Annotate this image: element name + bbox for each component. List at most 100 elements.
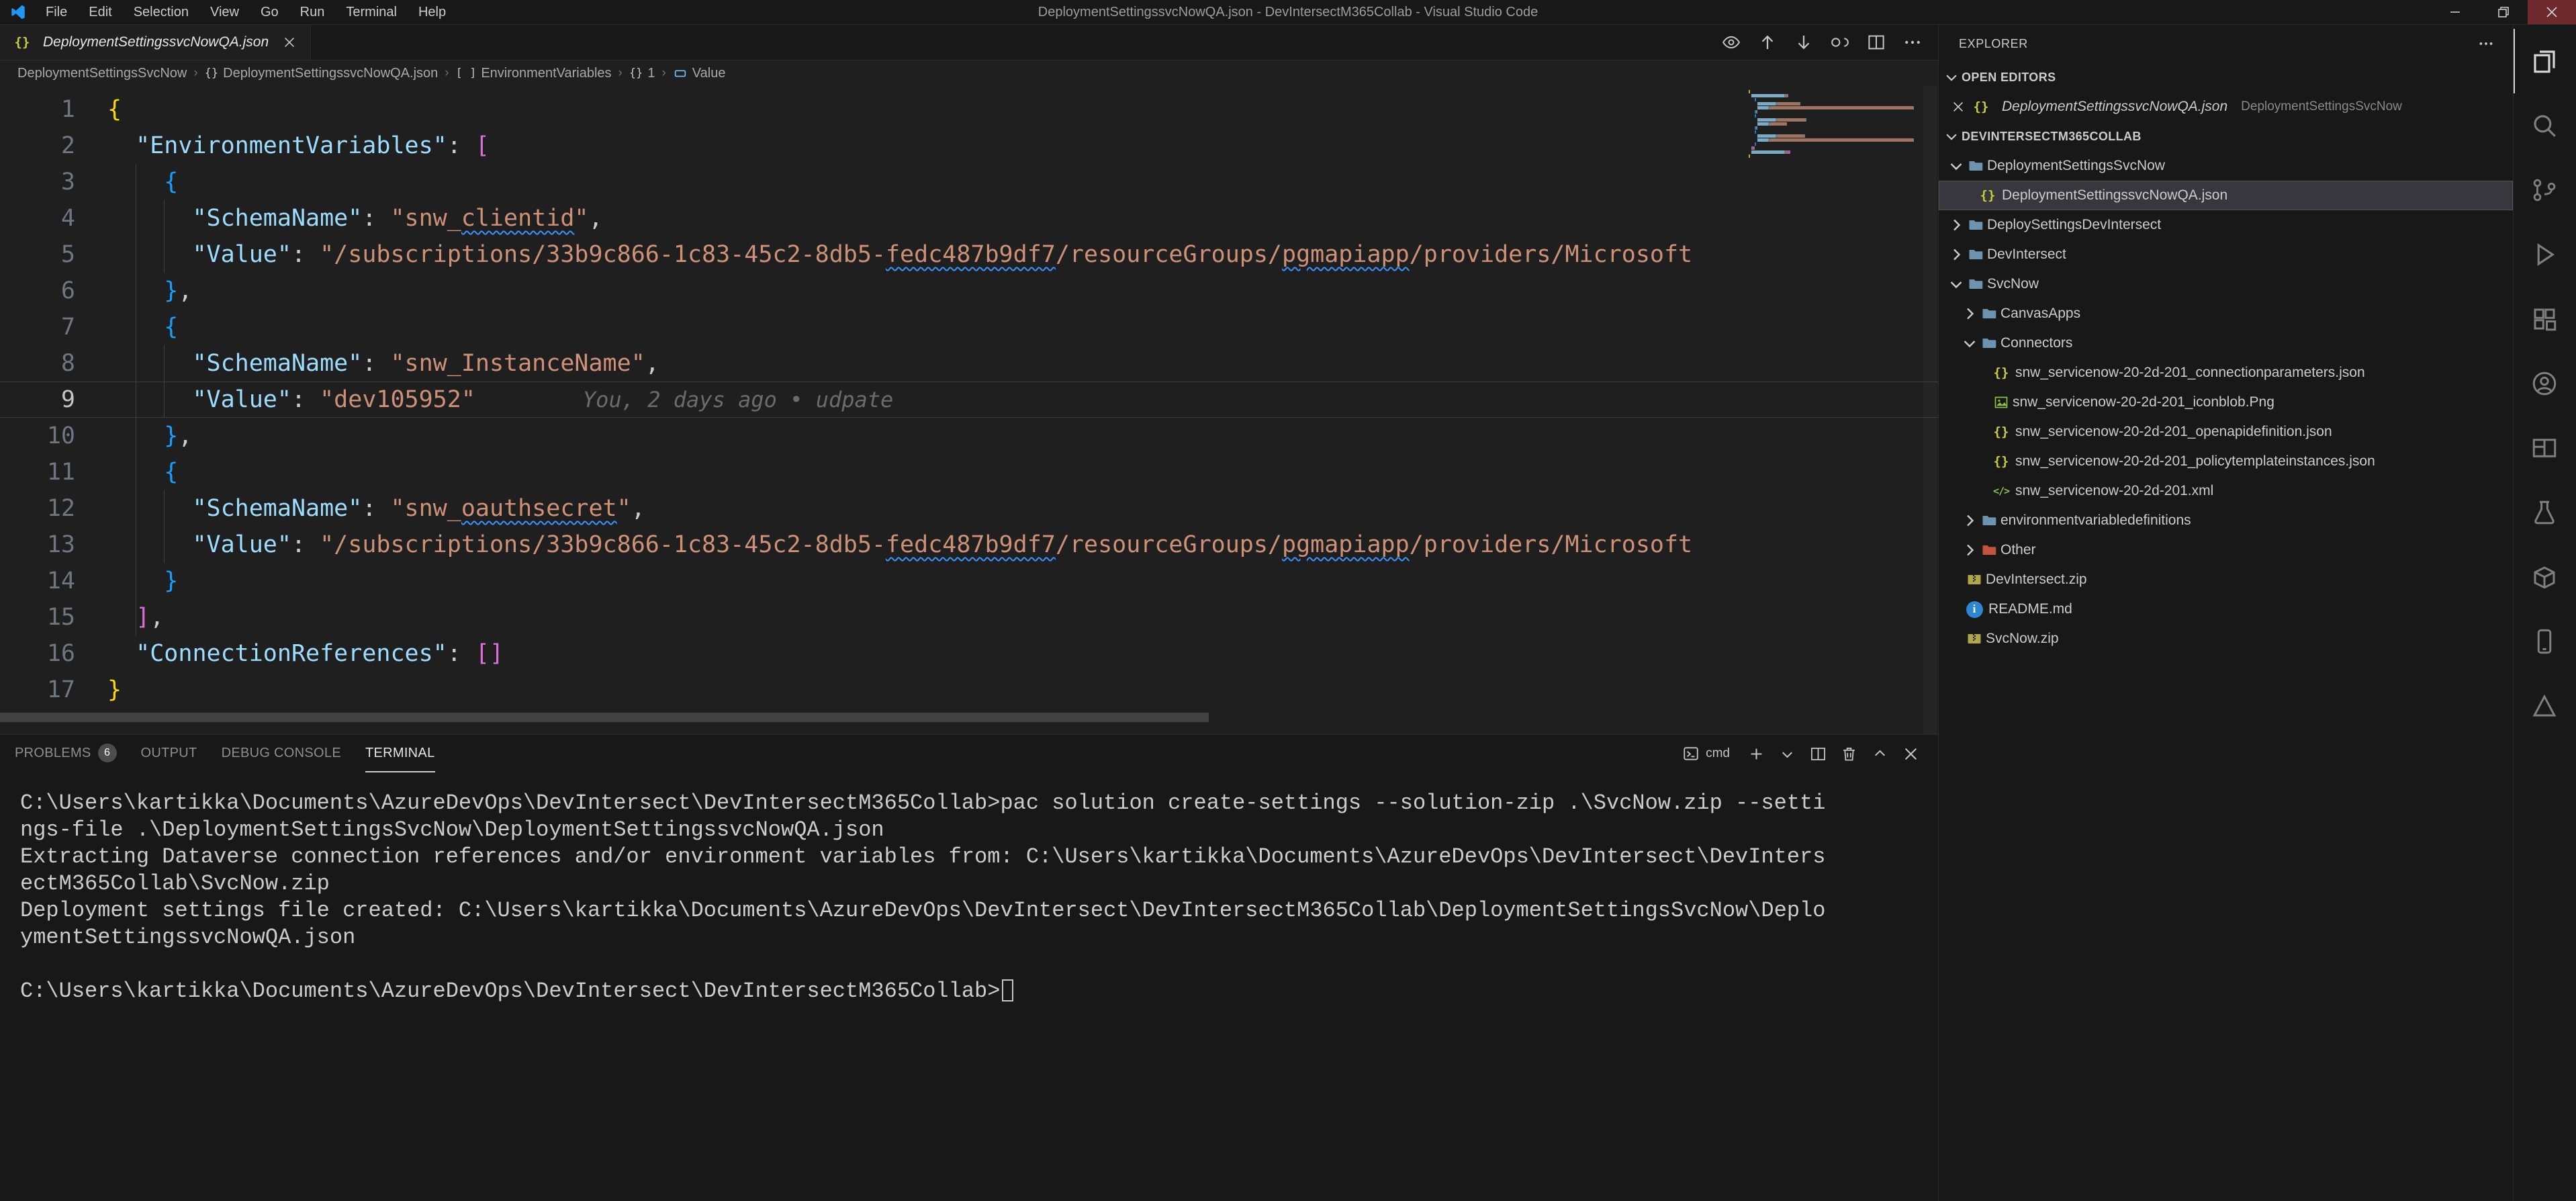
code-line-15[interactable]: 15 ],	[0, 599, 1938, 635]
chevron-right-icon	[1962, 542, 1978, 558]
explorer-more-actions-icon[interactable]	[2474, 32, 2498, 56]
window-close-button[interactable]	[2528, 0, 2576, 24]
tree-item-deploymentsettingssvcnowqa-json[interactable]: {}DeploymentSettingssvcNowQA.json	[1939, 181, 2513, 210]
tree-item-deploymentsettingssvcnow[interactable]: DeploymentSettingsSvcNow	[1939, 151, 2513, 181]
tree-item-environmentvariabledefinitions[interactable]: environmentvariabledefinitions	[1939, 506, 2513, 535]
code-line-12[interactable]: 12 "SchemaName": "snw_oauthsecret",	[0, 490, 1938, 527]
readme-icon: i	[1966, 601, 1983, 618]
code-line-14[interactable]: 14 }	[0, 563, 1938, 599]
panel-tab-output[interactable]: OUTPUT	[141, 735, 197, 772]
panel-tab-debug-console[interactable]: DEBUG CONSOLE	[222, 735, 341, 772]
tree-item-canvasapps[interactable]: CanvasApps	[1939, 299, 2513, 328]
breadcrumb-item-deploymentsettingssvcnow[interactable]: DeploymentSettingsSvcNow	[17, 66, 187, 81]
breadcrumb-item-environmentvariables[interactable]: [ ]EnvironmentVariables	[456, 66, 612, 81]
tree-item-other[interactable]: Other	[1939, 535, 2513, 565]
menu-file[interactable]: File	[35, 0, 78, 24]
code-line-5[interactable]: 5 "Value": "/subscriptions/33b9c866-1c83…	[0, 236, 1938, 273]
tab-deploymentsettingssvcnowqa-json[interactable]: {} DeploymentSettingssvcNowQA.json	[0, 25, 311, 60]
activity-run-and-debug[interactable]	[2514, 222, 2575, 287]
panel-tab-label: OUTPUT	[141, 746, 197, 761]
code-line-8[interactable]: 8 "SchemaName": "snw_InstanceName",	[0, 345, 1938, 382]
open-editor-item[interactable]: {} DeploymentSettingssvcNowQA.json Deplo…	[1939, 92, 2513, 122]
activity-extensions[interactable]	[2514, 287, 2575, 351]
split-terminal-button[interactable]	[1805, 741, 1831, 766]
previous-change-button[interactable]	[1753, 28, 1782, 57]
breadcrumb-item-deploymentsettingssvcnowqa-json[interactable]: {}DeploymentSettingssvcNowQA.json	[205, 66, 439, 81]
activity-remote-explorer[interactable]	[2514, 609, 2575, 674]
next-change-button[interactable]	[1789, 28, 1819, 57]
new-terminal-button[interactable]	[1743, 741, 1769, 766]
menu-terminal[interactable]: Terminal	[335, 0, 408, 24]
terminal-shell-selector[interactable]: cmd	[1674, 742, 1738, 765]
tree-item-snw-servicenow-20-2d-201-policytemplateinstances-json[interactable]: {}snw_servicenow-20-2d-201_policytemplat…	[1939, 447, 2513, 476]
tree-item-snw-servicenow-20-2d-201-openapidefinition-json[interactable]: {}snw_servicenow-20-2d-201_openapidefini…	[1939, 417, 2513, 447]
activity-testing[interactable]	[2514, 480, 2575, 545]
tree-item-devintersect-zip[interactable]: DevIntersect.zip	[1939, 565, 2513, 594]
activity-source-control[interactable]	[2514, 158, 2575, 222]
workspace-section[interactable]: DEVINTERSECTM365COLLAB	[1939, 122, 2513, 151]
open-editor-description: DeploymentSettingsSvcNow	[2241, 99, 2402, 114]
kill-terminal-button[interactable]	[1836, 741, 1861, 766]
tree-item-connectors[interactable]: Connectors	[1939, 328, 2513, 358]
menu-edit[interactable]: Edit	[78, 0, 122, 24]
minimap[interactable]	[1749, 90, 1919, 159]
menu-run[interactable]: Run	[289, 0, 336, 24]
activity-explorer[interactable]	[2514, 29, 2575, 93]
folder-icon	[1967, 217, 1984, 233]
panel-tab-problems[interactable]: PROBLEMS6	[15, 735, 117, 772]
window-minimize-button[interactable]	[2431, 0, 2479, 24]
maximize-panel-button[interactable]	[1867, 741, 1892, 766]
code-line-16[interactable]: 16 "ConnectionReferences": []	[0, 635, 1938, 672]
open-editors-section[interactable]: OPEN EDITORS	[1939, 62, 2513, 92]
tree-item-snw-servicenow-20-2d-201-xml[interactable]: </>snw_servicenow-20-2d-201.xml	[1939, 476, 2513, 506]
menu-view[interactable]: View	[199, 0, 250, 24]
code-line-10[interactable]: 10 },	[0, 418, 1938, 454]
chevron-down-icon	[1948, 158, 1964, 174]
code-line-9[interactable]: 9 "Value": "dev105952"You, 2 days ago • …	[0, 382, 1938, 418]
menu-help[interactable]: Help	[408, 0, 457, 24]
code-line-4[interactable]: 4 "SchemaName": "snw_clientid",	[0, 200, 1938, 236]
tree-item-readme-md[interactable]: iREADME.md	[1939, 594, 2513, 624]
split-editor-button[interactable]	[1861, 28, 1891, 57]
code-line-7[interactable]: 7 {	[0, 309, 1938, 345]
vertical-scrollbar[interactable]	[1923, 86, 1937, 734]
window-controls	[2431, 0, 2576, 24]
activity-azure[interactable]	[2514, 674, 2575, 738]
tree-item-snw-servicenow-20-2d-201-connectionparameters-json[interactable]: {}snw_servicenow-20-2d-201_connectionpar…	[1939, 358, 2513, 388]
toggle-blame-button[interactable]	[1716, 28, 1746, 57]
tree-item-svcnow-zip[interactable]: SvcNow.zip	[1939, 624, 2513, 654]
activity-accounts[interactable]	[2514, 351, 2575, 416]
panel-tab-terminal[interactable]: TERMINAL	[365, 735, 435, 772]
code-line-11[interactable]: 11 {	[0, 454, 1938, 490]
code-line-17[interactable]: 17}	[0, 672, 1938, 708]
menu-selection[interactable]: Selection	[123, 0, 199, 24]
tree-item-svcnow[interactable]: SvcNow	[1939, 269, 2513, 299]
activity-search[interactable]	[2514, 93, 2575, 158]
code-line-1[interactable]: 1{	[0, 91, 1938, 128]
menu-go[interactable]: Go	[250, 0, 289, 24]
close-editor-icon[interactable]	[1951, 99, 1966, 114]
terminal-output[interactable]: C:\Users\kartikka\Documents\AzureDevOps\…	[0, 772, 1938, 1201]
code-line-13[interactable]: 13 "Value": "/subscriptions/33b9c866-1c8…	[0, 527, 1938, 563]
more-actions-button[interactable]	[1898, 28, 1927, 57]
activity-package[interactable]	[2514, 545, 2575, 609]
open-changes-button[interactable]	[1825, 28, 1855, 57]
terminal-profiles-button[interactable]	[1774, 741, 1800, 766]
code-line-2[interactable]: 2 "EnvironmentVariables": [	[0, 128, 1938, 164]
window-restore-button[interactable]	[2479, 0, 2528, 24]
code-line-6[interactable]: 6 },	[0, 273, 1938, 309]
horizontal-scrollbar[interactable]	[0, 713, 1209, 722]
terminal-line: ectM365Collab\SvcNow.zip	[20, 871, 1938, 897]
tree-item-label: DeploySettingsDevIntersect	[1987, 217, 2161, 233]
inline-blame: You, 2 days ago • udpate	[475, 387, 893, 412]
close-tab-icon[interactable]	[282, 35, 297, 50]
breadcrumb-item-value[interactable]: Value	[673, 66, 726, 81]
breadcrumb-item-1[interactable]: {}1	[629, 66, 655, 81]
activity-editor-layout[interactable]	[2514, 416, 2575, 480]
tree-item-devintersect[interactable]: DevIntersect	[1939, 240, 2513, 269]
tree-item-snw-servicenow-20-2d-201-iconblob-png[interactable]: snw_servicenow-20-2d-201_iconblob.Png	[1939, 388, 2513, 417]
tree-item-deploysettingsdevintersect[interactable]: DeploySettingsDevIntersect	[1939, 210, 2513, 240]
close-panel-button[interactable]	[1898, 741, 1923, 766]
code-editor[interactable]: 1{2 "EnvironmentVariables": [3 {4 "Schem…	[0, 86, 1938, 734]
code-line-3[interactable]: 3 {	[0, 164, 1938, 200]
